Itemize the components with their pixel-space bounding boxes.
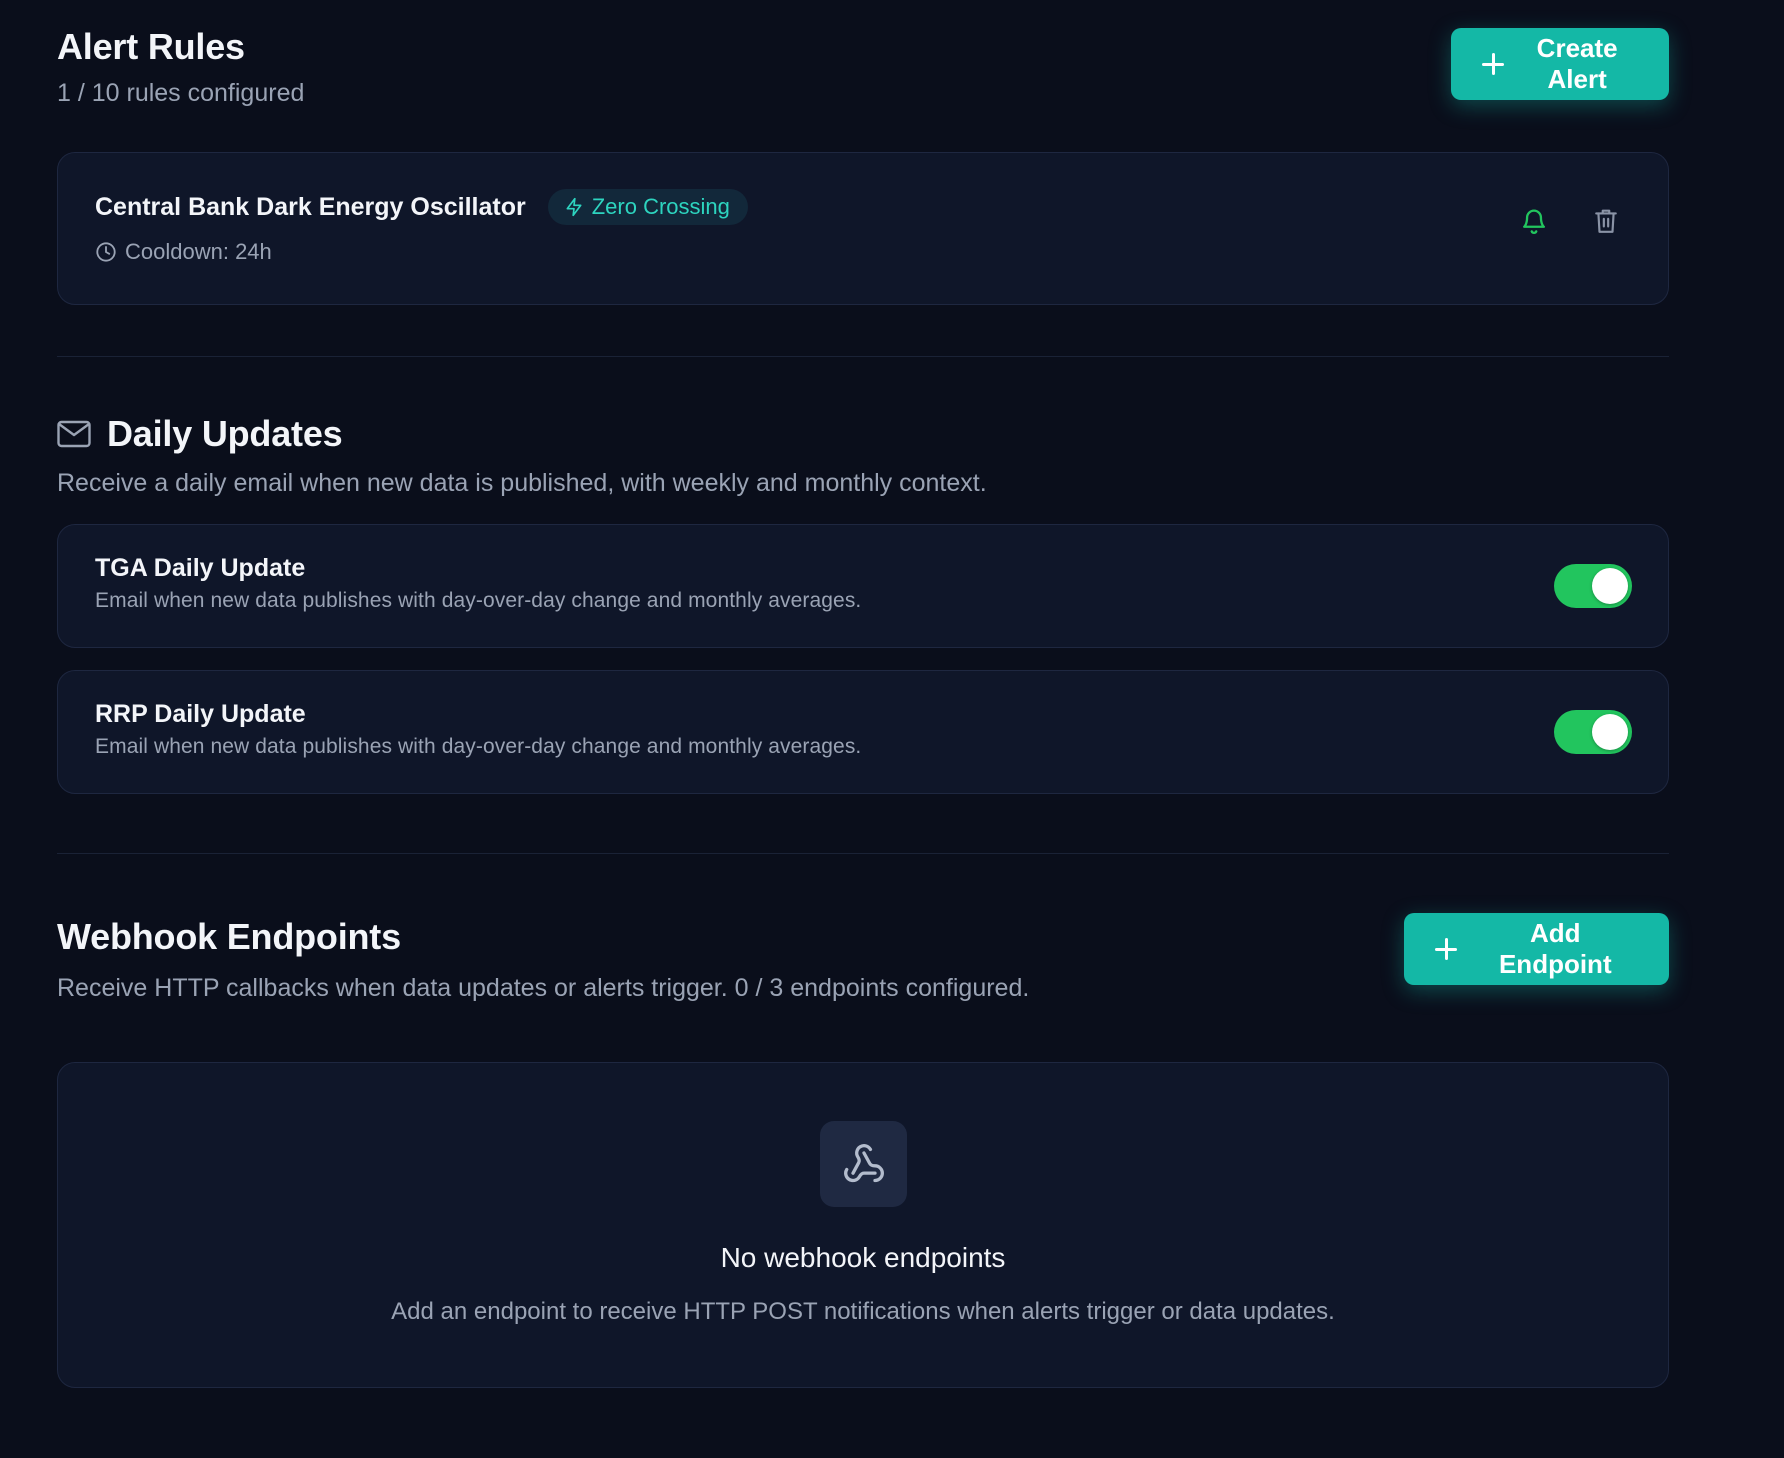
daily-updates-title: Daily Updates (107, 413, 343, 454)
daily-updates-description: Receive a daily email when new data is p… (57, 469, 987, 497)
rule-top-row: Central Bank Dark Energy Oscillator Zero… (95, 189, 1631, 225)
daily-update-title: TGA Daily Update (95, 554, 306, 582)
empty-state-description: Add an endpoint to receive HTTP POST not… (391, 1298, 1335, 1325)
create-alert-label: Create Alert (1536, 33, 1618, 94)
create-alert-button[interactable]: Create Alert (1451, 28, 1669, 100)
add-endpoint-button[interactable]: Add Endpoint (1404, 913, 1669, 985)
rule-actions (1518, 203, 1622, 239)
cooldown-text: Cooldown: 24h (125, 239, 272, 264)
webhook-icon-tile (820, 1121, 907, 1207)
content: Alert Rules 1 / 10 rules configured Crea… (57, 0, 1669, 1388)
alerts-settings-page: Alert Rules 1 / 10 rules configured Crea… (0, 0, 1784, 1458)
plus-icon (1481, 52, 1505, 76)
webhooks-title: Webhook Endpoints (57, 916, 401, 957)
webhooks-empty-state: No webhook endpoints Add an endpoint to … (57, 1062, 1669, 1388)
daily-update-description: Email when new data publishes with day-o… (95, 589, 862, 612)
rrp-daily-update-toggle[interactable] (1554, 710, 1632, 754)
alert-rules-count: 1 / 10 rules configured (57, 79, 305, 107)
alert-rule-card: Central Bank Dark Energy Oscillator Zero… (57, 152, 1669, 305)
plus-icon (1434, 937, 1458, 961)
empty-state-title: No webhook endpoints (720, 1242, 1006, 1273)
trash-icon (1595, 209, 1617, 233)
rule-delete-button[interactable] (1590, 203, 1622, 239)
alert-rules-header: Alert Rules 1 / 10 rules configured Crea… (57, 0, 1669, 172)
alert-rules-title: Alert Rules (57, 26, 245, 67)
daily-updates-heading: Daily Updates (57, 413, 1669, 455)
toggle-knob (1592, 568, 1628, 604)
rule-name: Central Bank Dark Energy Oscillator (95, 192, 526, 221)
clock-icon (96, 242, 116, 262)
alert-rules-heading: Alert Rules 1 / 10 rules configured (57, 26, 304, 108)
daily-update-description: Email when new data publishes with day-o… (95, 735, 862, 758)
mail-icon (57, 420, 91, 448)
daily-update-card-tga: TGA Daily Update Email when new data pub… (57, 524, 1669, 648)
daily-update-card-rrp: RRP Daily Update Email when new data pub… (57, 670, 1669, 794)
webhooks-header: Webhook Endpoints Receive HTTP callbacks… (57, 854, 1669, 1062)
lightning-icon (566, 197, 582, 217)
bell-icon (1523, 209, 1545, 234)
rule-type-label: Zero Crossing (591, 194, 730, 219)
daily-updates-section: Daily Updates Receive a daily email when… (57, 357, 1669, 794)
tga-daily-update-toggle[interactable] (1554, 564, 1632, 608)
webhooks-description: Receive HTTP callbacks when data updates… (57, 974, 1030, 1002)
add-endpoint-label: Add Endpoint (1498, 918, 1612, 979)
rule-type-badge: Zero Crossing (547, 189, 748, 225)
webhook-icon (843, 1144, 884, 1183)
rule-cooldown: Cooldown: 24h (95, 239, 1631, 265)
webhooks-heading: Webhook Endpoints Receive HTTP callbacks… (57, 916, 1029, 1003)
daily-update-title: RRP Daily Update (95, 700, 306, 728)
rule-notify-button[interactable] (1518, 203, 1550, 239)
toggle-knob (1592, 714, 1628, 750)
